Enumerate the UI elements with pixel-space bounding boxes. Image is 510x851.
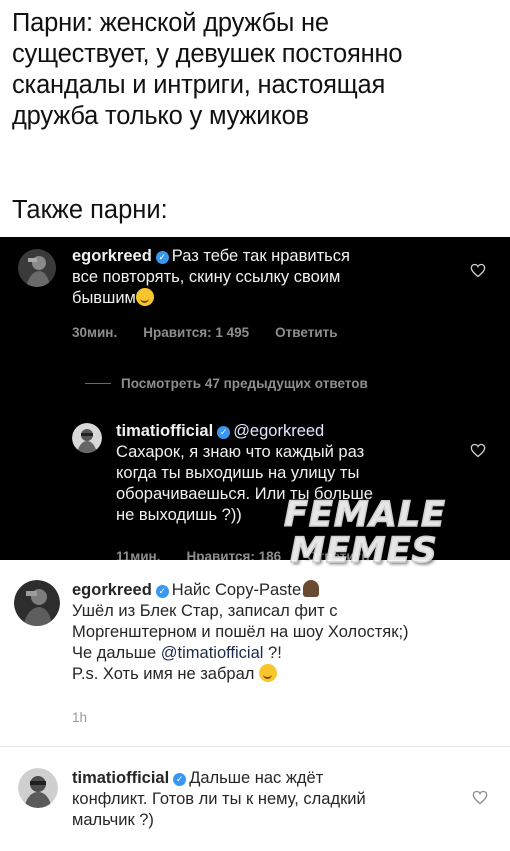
comment-text-line: когда ты выходишь на улицу ты — [116, 464, 360, 482]
avatar-timatiofficial[interactable] — [18, 768, 58, 808]
verified-icon: ✓ — [217, 426, 231, 439]
mention-link[interactable]: @egorkreed — [233, 422, 324, 440]
caption-line: скандалы и интриги, настоящая — [12, 71, 386, 99]
comment-text-line: бывшим — [72, 289, 136, 307]
heart-icon[interactable] — [470, 443, 486, 458]
comment-likes[interactable]: Нравится: 186 — [186, 549, 281, 560]
verified-icon: ✓ — [155, 251, 169, 264]
comment-body: egorkreed ✓ Найс Copy-Paste Ушёл из Блек С… — [72, 580, 502, 685]
comment-username[interactable]: timatiofficial — [72, 769, 169, 787]
comment-username[interactable]: timatiofficial — [116, 422, 213, 440]
watermark-logo: FEMALE MEMES — [283, 495, 446, 571]
comment-text-line: мальчик ?) — [72, 811, 154, 829]
comment-body: egorkreed ✓ Раз тебе так нравиться все пов… — [72, 246, 492, 309]
avatar-egorkreed[interactable] — [14, 580, 60, 626]
person-emoji-icon — [303, 580, 320, 597]
avatar-timatiofficial[interactable] — [72, 423, 102, 453]
rofl-emoji-icon — [258, 664, 277, 682]
view-previous-replies[interactable]: Посмотреть 47 предыдущих ответов — [85, 376, 368, 391]
comment-username[interactable]: egorkreed — [72, 247, 152, 265]
heart-icon[interactable] — [470, 263, 486, 278]
mention-link[interactable]: @timatiofficial — [161, 644, 264, 662]
comment-meta: 30мин. Нравится: 1 495 Ответить — [72, 325, 338, 340]
comment-text-line: все повторять, скину ссылку своим — [72, 268, 341, 286]
caption-text: Парни: женской дружбы не существует, у д… — [12, 8, 504, 132]
comment-text-line: ?! — [268, 644, 282, 662]
comment-text-line: Дальше нас ждёт — [189, 769, 324, 787]
comment-meta: 1h — [72, 710, 87, 725]
comment-text-line: Ушёл из Блек Стар, записал фит с — [72, 602, 338, 620]
comment-username[interactable]: egorkreed — [72, 581, 152, 599]
caption-also: Также парни: — [12, 196, 168, 224]
divider-line — [85, 383, 111, 384]
comment-text-line: P.s. Хоть имя не забрал — [72, 665, 255, 683]
comment-time: 11мин. — [116, 549, 161, 560]
watermark-line: FEMALE — [283, 495, 446, 535]
comment-time: 30мин. — [72, 325, 118, 340]
watermark-line: MEMES — [289, 531, 438, 571]
view-previous-label: Посмотреть 47 предыдущих ответов — [121, 376, 368, 391]
comment-text-line: конфликт. Готов ли ты к нему, сладкий — [72, 790, 366, 808]
comment-body: timatiofficial ✓ Дальше нас ждёт конфликт.… — [72, 768, 472, 831]
verified-icon: ✓ — [155, 585, 169, 598]
wink-emoji-icon — [135, 288, 154, 306]
comment-text-line: Найс Copy-Paste — [171, 581, 302, 599]
comment-likes[interactable]: Нравится: 1 495 — [143, 325, 249, 340]
reply-button[interactable]: Ответить — [275, 325, 337, 340]
comment-text-line: Сахарок, я знаю что каждый раз — [116, 443, 365, 461]
comment-text-line: Че дальше — [72, 644, 157, 662]
light-comment-thread: egorkreed ✓ Найс Copy-Paste Ушёл из Блек С… — [0, 560, 510, 851]
avatar-egorkreed[interactable] — [18, 249, 56, 287]
comment-time: 1h — [72, 710, 88, 725]
comment-text-line: Раз тебе так нравиться — [171, 247, 350, 265]
heart-icon[interactable] — [472, 790, 488, 805]
caption-line: существует, у девушек постоянно — [12, 40, 403, 68]
comment-text-line: Моргенштерном и пошёл на шоу Холостяк;) — [72, 623, 409, 641]
caption-line: дружба только у мужиков — [12, 102, 309, 130]
verified-icon: ✓ — [173, 773, 187, 786]
caption-line: Парни: женской дружбы не — [12, 9, 329, 37]
divider-line — [0, 746, 510, 747]
